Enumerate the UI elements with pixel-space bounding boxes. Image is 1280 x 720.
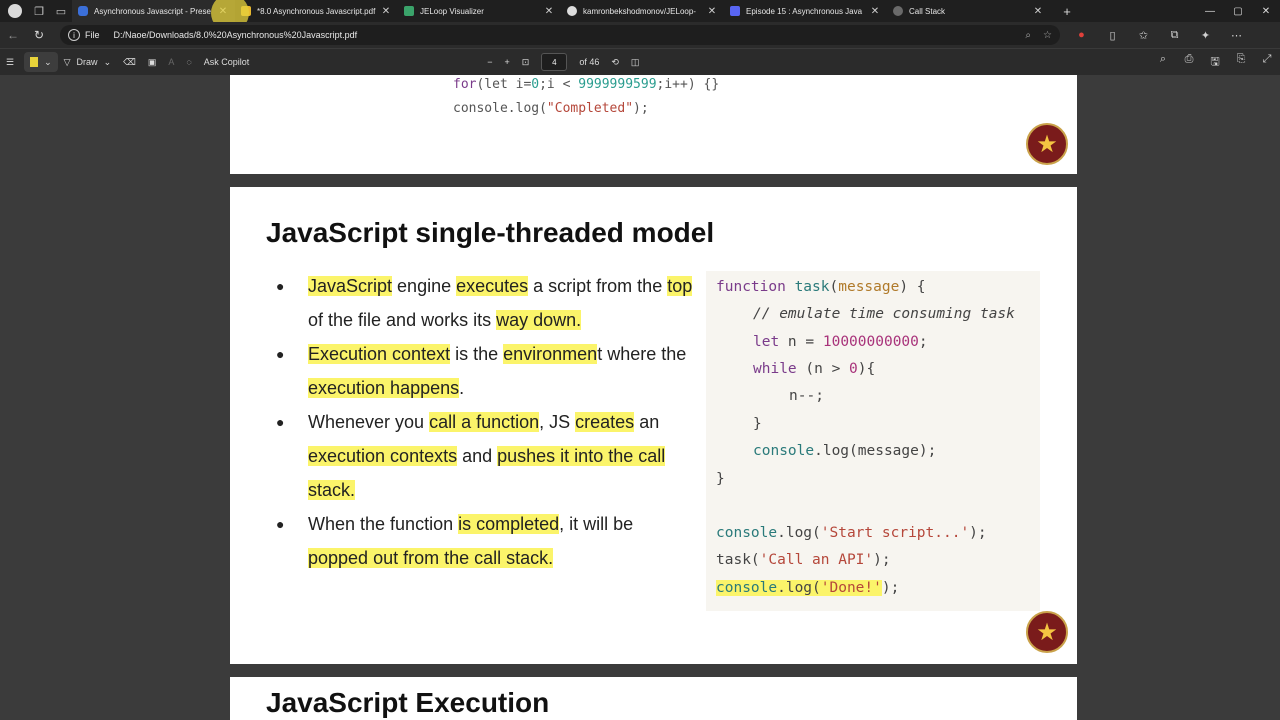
pdf-toolbar: ☰ ⌄ ▽ Draw ⌄ ⌫ ▣ A ◌ Ask Copilot − + ⊡ 4 o… xyxy=(0,48,1280,75)
page-number-input[interactable]: 4 xyxy=(541,53,568,71)
tab-presentation[interactable]: Asynchronous Javascript - Prese ✕ xyxy=(72,0,235,22)
code-sample-panel: function task(message) { // emulate time… xyxy=(706,271,1040,611)
omnibox[interactable]: i File D:/Naoe/Downloads/8.0%20Asynchron… xyxy=(60,25,1060,45)
pdf-page-4: JavaScript single-threaded model ● JavaSc… xyxy=(230,187,1077,664)
page-view-icon[interactable]: ▣ xyxy=(142,49,163,76)
pdf-right-tools: ⌕ ⎙ 🖫 ⎘ ⤢ xyxy=(1150,53,1280,72)
pdf-viewport[interactable]: for(let i=0;i < 9999999599;i++) {} conso… xyxy=(0,75,1280,720)
next-slide-title: JavaScript Execution xyxy=(266,687,550,718)
tab-episode[interactable]: Episode 15 : Asynchronous Java ✕ xyxy=(724,0,887,22)
refresh-button[interactable]: ↻ xyxy=(26,22,52,48)
zoom-out-icon[interactable]: − xyxy=(481,49,498,76)
tab-github[interactable]: kamronbekshodmonov/JELoop- ✕ xyxy=(561,0,724,22)
print-icon[interactable]: ⎙ xyxy=(1176,53,1202,72)
info-icon[interactable]: i xyxy=(68,29,80,41)
code-line-6: } xyxy=(753,416,762,432)
shield-icon xyxy=(78,6,88,16)
bullet-4: ● When the function is completed, it will… xyxy=(276,514,634,568)
pdf-page-5: JavaScript Execution xyxy=(230,677,1077,720)
text-tool-icon: A xyxy=(168,57,175,67)
code-line-1: function task(message) { xyxy=(716,279,926,295)
back-button[interactable]: ← xyxy=(0,22,26,48)
university-seal-logo: ★ xyxy=(1026,611,1068,653)
read-aloud-icon[interactable]: ◌ xyxy=(180,49,197,76)
browser-toolbar-icons: ● ▯ ✩ ⧉ ✦ ⋯ xyxy=(1066,29,1252,42)
close-icon[interactable]: ✕ xyxy=(380,6,392,17)
maximize-icon[interactable]: ▢ xyxy=(1224,6,1252,17)
zoom-icon[interactable]: ⌕ xyxy=(1025,30,1031,41)
contents-icon[interactable]: ☰ xyxy=(0,49,20,76)
globe-icon xyxy=(893,6,903,16)
highlight-tool[interactable]: ⌄ xyxy=(24,52,58,72)
tab-callstack[interactable]: Call Stack ✕ xyxy=(887,0,1050,22)
rotate-icon[interactable]: ⟲ xyxy=(605,49,625,76)
collections-icon[interactable]: ⧉ xyxy=(1159,29,1190,42)
code-line-2: // emulate time consuming task xyxy=(753,306,1015,322)
tab-jeloop[interactable]: JELoop Visualizer ✕ xyxy=(398,0,561,22)
close-icon[interactable]: ✕ xyxy=(869,6,881,17)
close-icon[interactable]: ✕ xyxy=(217,6,229,17)
save-icon[interactable]: 🖫 xyxy=(1202,53,1228,72)
workspaces-icon[interactable]: ❐ xyxy=(28,0,50,22)
code-console-completed: console.log("Completed"); xyxy=(453,101,649,116)
bullet-1: ● JavaScript engine executes a script fro… xyxy=(276,276,693,330)
window-controls: — ▢ ✕ xyxy=(1196,6,1280,17)
split-screen-icon[interactable]: ▯ xyxy=(1097,29,1128,42)
highlighter-icon xyxy=(30,57,39,67)
ask-copilot-button[interactable]: Ask Copilot xyxy=(198,49,256,76)
zoom-in-icon[interactable]: + xyxy=(499,49,516,76)
code-line-7: console.log(message); xyxy=(753,443,937,459)
bullet-3: ● Whenever you call a function, JS create… xyxy=(276,412,666,500)
save-as-icon[interactable]: ⎘ xyxy=(1228,53,1254,72)
extension-icon[interactable]: ● xyxy=(1066,29,1097,42)
page-total: of 46 xyxy=(579,57,600,67)
minimize-icon[interactable]: — xyxy=(1196,6,1224,17)
pdf-icon xyxy=(241,6,251,16)
tab-strip: ❐ ▭ Asynchronous Javascript - Prese ✕ *8… xyxy=(0,0,1280,32)
code-line-9: console.log('Start script...'); xyxy=(716,525,987,541)
close-icon[interactable]: ✕ xyxy=(543,6,555,17)
slide-title: JavaScript single-threaded model xyxy=(266,217,715,248)
tab-actions-icon[interactable]: ▭ xyxy=(50,0,72,22)
code-line-5: n--; xyxy=(789,388,824,404)
bullet-2: ● Execution context is the environment wh… xyxy=(276,344,687,398)
two-page-icon[interactable]: ◫ xyxy=(625,49,646,76)
erase-icon[interactable]: ⌫ xyxy=(117,49,142,76)
pdf-page-3: for(let i=0;i < 9999999599;i++) {} conso… xyxy=(230,75,1077,174)
draw-icon: ▽ xyxy=(63,56,71,67)
favorites-icon[interactable]: ✩ xyxy=(1128,29,1159,42)
github-icon xyxy=(567,6,577,16)
discord-icon xyxy=(730,6,740,16)
fit-page-icon[interactable]: ⊡ xyxy=(516,49,536,76)
address-bar: ← ↻ i File D:/Naoe/Downloads/8.0%20Async… xyxy=(0,22,1280,48)
code-line-11: console.log('Done!'); xyxy=(716,580,900,596)
close-icon[interactable]: ✕ xyxy=(1032,6,1044,17)
university-seal-logo: ★ xyxy=(1026,123,1068,165)
url-text[interactable]: D:/Naoe/Downloads/8.0%20Asynchronous%20J… xyxy=(114,30,1014,40)
profile-avatar[interactable] xyxy=(8,4,22,18)
more-menu-icon[interactable]: ⋯ xyxy=(1221,29,1252,42)
search-icon[interactable]: ⌕ xyxy=(1150,53,1176,72)
close-icon[interactable]: ✕ xyxy=(706,6,718,17)
favorite-star-icon[interactable]: ☆ xyxy=(1043,30,1052,41)
code-line-3: let n = 10000000000; xyxy=(753,334,928,350)
code-line-4: while (n > 0){ xyxy=(753,361,876,377)
fullscreen-icon[interactable]: ⤢ xyxy=(1254,53,1280,72)
loop-icon xyxy=(404,6,414,16)
code-for-loop: for(let i=0;i < 9999999599;i++) {} xyxy=(453,77,720,92)
code-line-10: task('Call an API'); xyxy=(716,552,891,568)
code-line-8: } xyxy=(716,471,725,487)
bullet-list: ● JavaScript engine executes a script fro… xyxy=(276,269,696,575)
copilot-icon[interactable]: ✦ xyxy=(1190,29,1221,42)
tab-pdf[interactable]: *8.0 Asynchronous Javascript.pdf ✕ xyxy=(235,0,398,22)
close-window-icon[interactable]: ✕ xyxy=(1252,6,1280,17)
new-tab-button[interactable]: + xyxy=(1056,4,1078,19)
file-scheme-label: File xyxy=(85,30,100,40)
draw-tool[interactable]: ▽ Draw ⌄ xyxy=(58,49,117,76)
